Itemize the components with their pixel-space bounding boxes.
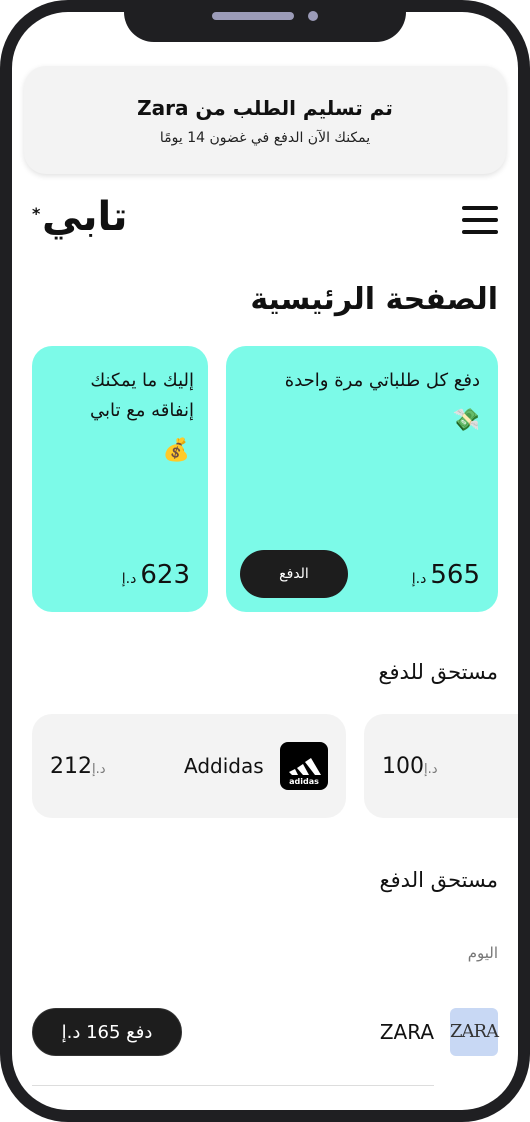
screen: تم تسليم الطلب من Zara يمكنك الآن الدفع … — [12, 12, 518, 1110]
date-group-label: اليوم — [467, 944, 498, 962]
currency-label: د.إ — [411, 571, 427, 587]
order-brand-name: ZARA — [379, 1020, 434, 1044]
pay-all-card[interactable]: دفع كل طلباتي مرة واحدة 💸 565د.إ الدفع — [226, 346, 498, 612]
brand-name: Addidas — [184, 754, 264, 778]
zara-logo-icon: ZARA — [450, 1008, 499, 1056]
due-card-adidas[interactable]: adidas Addidas د.إ212 — [32, 714, 346, 818]
spend-limit-text: إليك ما يمكنك إنفاقه مع تابي — [89, 370, 194, 421]
spend-limit-card[interactable]: إليك ما يمكنك إنفاقه مع تابي 💰 623د.إ — [32, 346, 208, 612]
svg-text:adidas: adidas — [289, 777, 319, 786]
currency-label: د.إ — [424, 762, 438, 777]
pay-order-button[interactable]: دفع 165 د.إ — [32, 1008, 182, 1056]
currency-label: د.إ — [92, 762, 106, 777]
money-wings-icon: 💸 — [452, 408, 480, 433]
pay-all-text: دفع كل طلباتي مرة واحدة — [284, 370, 480, 391]
phone-frame: تم تسليم الطلب من Zara يمكنك الآن الدفع … — [0, 0, 530, 1122]
due-amount: د.إ212 — [50, 754, 106, 779]
due-section-title: مستحق للدفع — [378, 660, 498, 684]
due-list-title: مستحق الدفع — [379, 868, 498, 892]
due-amount: د.إ100 — [382, 754, 438, 779]
notification-title: تم تسليم الطلب من Zara — [137, 96, 393, 120]
speaker-grille — [212, 12, 294, 20]
notification-subtitle: يمكنك الآن الدفع في غضون 14 يومًا — [159, 130, 371, 146]
adidas-logo-icon: adidas — [280, 742, 328, 790]
divider — [32, 1085, 434, 1086]
hamburger-menu-icon[interactable] — [462, 206, 498, 234]
tabby-logo: تابي — [42, 194, 129, 240]
delivery-notification[interactable]: تم تسليم الطلب من Zara يمكنك الآن الدفع … — [24, 66, 506, 174]
spend-limit-amount: 623د.إ — [121, 560, 190, 590]
device-notch — [124, 0, 406, 42]
front-camera — [308, 11, 318, 21]
currency-label: د.إ — [121, 571, 137, 587]
money-bag-icon: 💰 — [162, 438, 190, 463]
logo-star-mark: * — [32, 204, 41, 223]
order-row[interactable]: ZARA ZARA دفع 165 د.إ — [32, 1004, 499, 1060]
pay-button[interactable]: الدفع — [240, 550, 348, 598]
pay-all-amount: 565د.إ — [411, 560, 480, 590]
due-card-next[interactable]: د.إ100 — [364, 714, 518, 818]
page-title: الصفحة الرئيسية — [250, 282, 498, 317]
